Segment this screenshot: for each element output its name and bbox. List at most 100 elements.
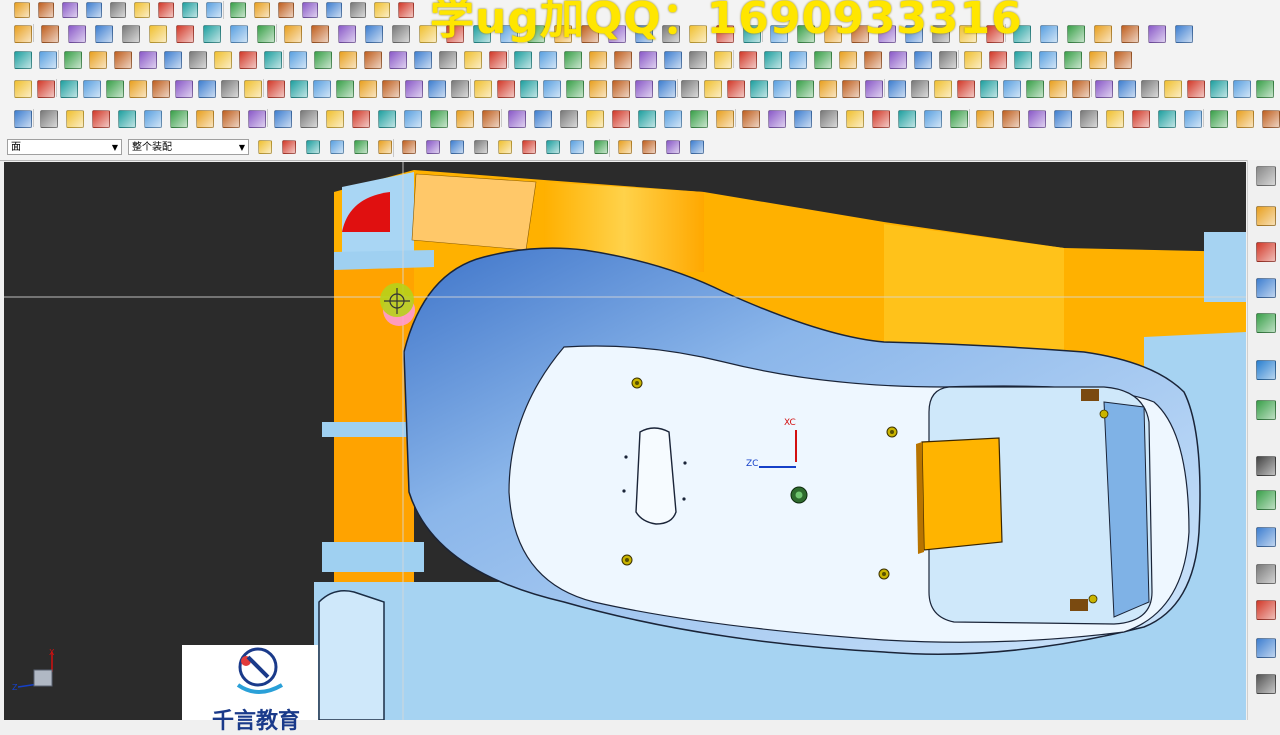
toolbar-tool-icon[interactable] [95, 25, 113, 43]
toolbar-tool-icon[interactable] [290, 80, 308, 98]
toolbar-tool-icon[interactable] [642, 140, 656, 154]
toolbar-tool-icon[interactable] [398, 2, 414, 18]
toolbar-tool-icon[interactable] [456, 110, 474, 128]
toolbar-tool-icon[interactable] [365, 25, 383, 43]
toolbar-tool-icon[interactable] [964, 51, 982, 69]
toolbar-tool-icon[interactable] [189, 51, 207, 69]
toolbar-tool-icon[interactable] [842, 80, 860, 98]
toolbar-tool-icon[interactable] [690, 110, 708, 128]
toolbar-tool-icon[interactable] [714, 51, 732, 69]
toolbar-tool-icon[interactable] [1028, 110, 1046, 128]
toolbar-tool-icon[interactable] [689, 51, 707, 69]
toolbar-tool-icon[interactable] [364, 51, 382, 69]
toolbar-tool-icon[interactable] [638, 110, 656, 128]
toolbar-tool-icon[interactable] [14, 80, 32, 98]
toolbar-tool-icon[interactable] [1158, 110, 1176, 128]
toolbar-tool-icon[interactable] [326, 110, 344, 128]
toolbar-tool-icon[interactable] [389, 51, 407, 69]
toolbar-tool-icon[interactable] [474, 140, 488, 154]
toolbar-tool-icon[interactable] [378, 140, 392, 154]
toolbar-tool-icon[interactable] [865, 80, 883, 98]
toolbar-tool-icon[interactable] [314, 51, 332, 69]
toolbar-tool-icon[interactable] [1089, 51, 1107, 69]
toolbar-tool-icon[interactable] [382, 80, 400, 98]
toolbar-tool-icon[interactable] [635, 80, 653, 98]
toolbar-tool-icon[interactable] [564, 51, 582, 69]
toolbar-tool-icon[interactable] [158, 2, 174, 18]
toolbar-tool-icon[interactable] [914, 51, 932, 69]
toolbar-tool-icon[interactable] [727, 80, 745, 98]
toolbar-tool-icon[interactable] [750, 80, 768, 98]
toolbar-tool-icon[interactable] [311, 25, 329, 43]
toolbar-tool-icon[interactable] [338, 25, 356, 43]
toolbar-tool-icon[interactable] [1262, 110, 1280, 128]
toolbar-tool-icon[interactable] [306, 140, 320, 154]
toolbar-tool-icon[interactable] [14, 2, 30, 18]
toolbar-tool-icon[interactable] [439, 51, 457, 69]
toolbar-tool-icon[interactable] [489, 51, 507, 69]
toolbar-tool-icon[interactable] [589, 80, 607, 98]
toolbar-tool-icon[interactable] [14, 110, 32, 128]
toolbar-tool-icon[interactable] [300, 110, 318, 128]
toolbar-tool-icon[interactable] [939, 51, 957, 69]
toolbar-tool-icon[interactable] [330, 140, 344, 154]
toolbar-tool-icon[interactable] [267, 80, 285, 98]
toolbar-tool-icon[interactable] [846, 110, 864, 128]
toolbar-tool-icon[interactable] [1054, 110, 1072, 128]
toolbar-tool-icon[interactable] [426, 140, 440, 154]
toolbar-tool-icon[interactable] [1121, 25, 1139, 43]
toolbar-tool-icon[interactable] [144, 110, 162, 128]
toolbar-tool-icon[interactable] [1002, 110, 1020, 128]
toolbar-tool-icon[interactable] [1106, 110, 1124, 128]
toolbar-tool-icon[interactable] [820, 110, 838, 128]
toolbar-tool-icon[interactable] [66, 110, 84, 128]
toolbar-tool-icon[interactable] [1114, 51, 1132, 69]
toolbar-tool-icon[interactable] [350, 2, 366, 18]
toolbar-tool-icon[interactable] [546, 140, 560, 154]
toolbar-tool-icon[interactable] [614, 51, 632, 69]
toolbar-tool-icon[interactable] [83, 80, 101, 98]
toolbar-tool-icon[interactable] [203, 25, 221, 43]
toolbar-tool-icon[interactable] [264, 51, 282, 69]
model-view[interactable]: XC ZC X Z [4, 162, 1246, 720]
toolbar-tool-icon[interactable] [690, 140, 704, 154]
toolbar-tool-icon[interactable] [497, 80, 515, 98]
toolbar-tool-icon[interactable] [950, 110, 968, 128]
toolbar-tool-icon[interactable] [539, 51, 557, 69]
toolbar-tool-icon[interactable] [764, 51, 782, 69]
constraint-navigator-icon[interactable] [1256, 242, 1276, 262]
toolbar-tool-icon[interactable] [14, 25, 32, 43]
toolbar-tool-icon[interactable] [1233, 80, 1251, 98]
toolbar-tool-icon[interactable] [378, 110, 396, 128]
toolbar-tool-icon[interactable] [222, 110, 240, 128]
visual-reports-icon[interactable] [1256, 490, 1276, 510]
history-icon[interactable] [1256, 456, 1276, 476]
toolbar-tool-icon[interactable] [464, 51, 482, 69]
toolbar-tool-icon[interactable] [164, 51, 182, 69]
toolbar-tool-icon[interactable] [594, 140, 608, 154]
toolbar-tool-icon[interactable] [570, 140, 584, 154]
toolbar-tool-icon[interactable] [1256, 80, 1274, 98]
toolbar-tool-icon[interactable] [934, 80, 952, 98]
toolbar-tool-icon[interactable] [872, 110, 890, 128]
toolbar-tool-icon[interactable] [1094, 25, 1112, 43]
toolbar-tool-icon[interactable] [1064, 51, 1082, 69]
toolbar-tool-icon[interactable] [1118, 80, 1136, 98]
toolbar-tool-icon[interactable] [404, 110, 422, 128]
toolbar-tool-icon[interactable] [1148, 25, 1166, 43]
toolbar-tool-icon[interactable] [41, 25, 59, 43]
toolbar-tool-icon[interactable] [428, 80, 446, 98]
toolbar-tool-icon[interactable] [60, 80, 78, 98]
toolbar-tool-icon[interactable] [196, 110, 214, 128]
toolbar-tool-icon[interactable] [566, 80, 584, 98]
toolbar-tool-icon[interactable] [118, 110, 136, 128]
toolbar-tool-icon[interactable] [612, 110, 630, 128]
toolbar-tool-icon[interactable] [152, 80, 170, 98]
toolbar-tool-icon[interactable] [794, 110, 812, 128]
toolbar-tool-icon[interactable] [68, 25, 86, 43]
toolbar-tool-icon[interactable] [230, 2, 246, 18]
toolbar-tool-icon[interactable] [106, 80, 124, 98]
toolbar-tool-icon[interactable] [618, 140, 632, 154]
toolbar-tool-icon[interactable] [716, 110, 734, 128]
toolbar-tool-icon[interactable] [739, 51, 757, 69]
